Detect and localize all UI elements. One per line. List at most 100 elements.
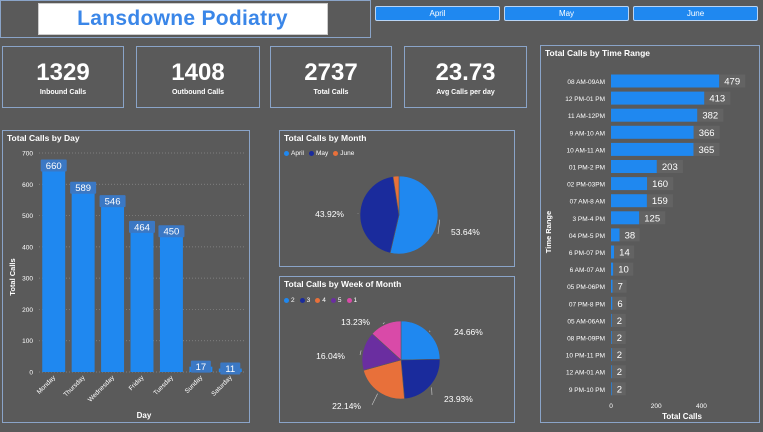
y-tick-label: 300 [22, 276, 33, 283]
x-tick-label: 200 [651, 403, 662, 410]
data-label: 159 [652, 196, 668, 207]
data-label: 2 [617, 384, 622, 395]
bar-time-range [611, 194, 647, 208]
slicer-may[interactable]: May [504, 6, 629, 21]
bar-time-range [611, 245, 615, 259]
y-tick-label: 700 [22, 151, 33, 158]
pie-label: 22.14% [332, 401, 361, 411]
bar-time-range [611, 382, 612, 396]
x-tick-label: Tuesday [152, 374, 175, 397]
bar-time-range [611, 262, 614, 276]
calls-by-time-range-panel: Total Calls by Time Range 0 200 400 08 AM-0… [540, 45, 760, 423]
bar-time-range [611, 348, 612, 362]
bar-wednesday [101, 201, 125, 372]
y-tick-label: 200 [22, 307, 33, 314]
y-tick-label: 0 [29, 370, 33, 377]
y-tick-label: 100 [22, 338, 33, 345]
bar-time-range [611, 228, 620, 242]
bar-time-range [611, 108, 698, 122]
y-tick-label: 3 PM-4 PM [572, 216, 605, 223]
data-label: 589 [75, 183, 91, 194]
leader-line [359, 350, 362, 356]
data-label: 2 [617, 367, 622, 378]
kpi-label: Total Calls [313, 88, 349, 96]
data-label: 17 [196, 362, 207, 373]
pie-label: 13.23% [341, 317, 370, 327]
leader-line [437, 219, 441, 235]
y-tick-label: 12 PM-01 PM [565, 96, 605, 103]
y-tick-label: 05 PM-06PM [567, 284, 605, 291]
kpi-outbound-calls: 1408 Outbound Calls [136, 46, 260, 108]
page-title: Lansdowne Podiatry [77, 7, 288, 30]
kpi-value: 1329 [36, 58, 90, 86]
slicer-april[interactable]: April [375, 6, 500, 21]
y-tick-label: 10 PM-11 PM [566, 353, 605, 360]
bar-thursday [71, 187, 95, 372]
calls-by-time-range-chart: 0 200 400 08 AM-09AM 479 12 PM-01 PM 413 11 AM-… [544, 74, 746, 421]
y-tick-label: 6 AM-07 AM [570, 267, 605, 274]
kpi-inbound-calls: 1329 Inbound Calls [2, 46, 124, 108]
x-tick-label: 0 [609, 403, 613, 410]
data-label: 2 [617, 350, 622, 361]
data-label: 382 [702, 111, 718, 122]
leader-line [382, 322, 385, 325]
y-tick-label: 04 PM-5 PM [569, 233, 605, 240]
data-label: 6 [617, 299, 622, 310]
y-tick-label: 9 PM-10 PM [569, 387, 605, 394]
y-tick-label: 08 AM-09AM [567, 79, 605, 86]
header-title-box: Lansdowne Podiatry [0, 0, 371, 38]
y-tick-label: 10 AM-11 AM [566, 147, 605, 154]
x-tick-label: Wednesday [87, 374, 117, 404]
calls-by-week-chart: 24.66% 23.93% 22.14% 16.04% 13.23% [316, 317, 483, 411]
pie-label: 16.04% [316, 351, 345, 361]
kpi-total-calls: 2737 Total Calls [270, 46, 392, 108]
data-label: 464 [134, 222, 150, 233]
data-label: 2 [617, 316, 622, 327]
bar-time-range [611, 91, 705, 105]
calls-by-day-chart: 0 100 200 300 400 500 600 700 660 Monday 589 Thursd… [8, 151, 245, 420]
bar-time-range [611, 211, 640, 225]
x-tick-label: Friday [128, 374, 146, 392]
y-axis-title: Time Range [544, 211, 553, 253]
x-tick-label: Monday [36, 374, 58, 396]
kpi-value: 2737 [304, 58, 358, 86]
x-tick-label: Saturday [210, 374, 234, 398]
y-tick-label: 08 PM-09PM [567, 336, 605, 343]
y-axis-title: Total Calls [8, 258, 17, 295]
data-label: 366 [699, 128, 715, 139]
data-label: 203 [662, 162, 678, 173]
calls-by-month-chart: 53.64% 43.92% [315, 175, 480, 255]
calls-by-month-panel: Total Calls by Month April May June 53.64%… [279, 130, 515, 267]
x-tick-label: 400 [696, 403, 707, 410]
pie-label: 53.64% [451, 227, 480, 237]
data-label: 546 [105, 197, 121, 208]
bar-time-range [611, 279, 613, 293]
y-tick-label: 12 AM-01 AM [566, 370, 605, 377]
x-tick-label: Sunday [184, 374, 205, 395]
header-title-card: Lansdowne Podiatry [37, 3, 328, 35]
data-label: 7 [618, 282, 623, 293]
kpi-value: 23.73 [435, 58, 496, 86]
pie-label: 43.92% [315, 209, 344, 219]
y-tick-label: 01 PM-2 PM [569, 165, 605, 172]
y-tick-label: 05 AM-06AM [567, 318, 605, 325]
bar-time-range [611, 296, 613, 310]
bar-monday [42, 165, 66, 372]
kpi-label: Inbound Calls [39, 88, 87, 96]
data-label: 413 [709, 94, 725, 105]
pie-slice-3 [400, 358, 441, 400]
x-axis-title: Total Calls [662, 412, 702, 421]
y-tick-label: 6 PM-07 PM [569, 250, 605, 257]
kpi-avg-calls-per-day: 23.73 Avg Calls per day [404, 46, 527, 108]
pie-label: 23.93% [444, 394, 473, 404]
bar-time-range [611, 142, 694, 156]
data-label: 14 [619, 248, 630, 259]
slicer-june[interactable]: June [633, 6, 758, 21]
data-label: 38 [625, 230, 636, 241]
y-tick-label: 07 AM-8 AM [570, 199, 605, 206]
data-label: 365 [698, 145, 714, 156]
data-label: 660 [46, 161, 62, 172]
data-label: 160 [652, 179, 668, 190]
kpi-value: 1408 [171, 58, 225, 86]
x-axis-title: Day [137, 411, 152, 420]
